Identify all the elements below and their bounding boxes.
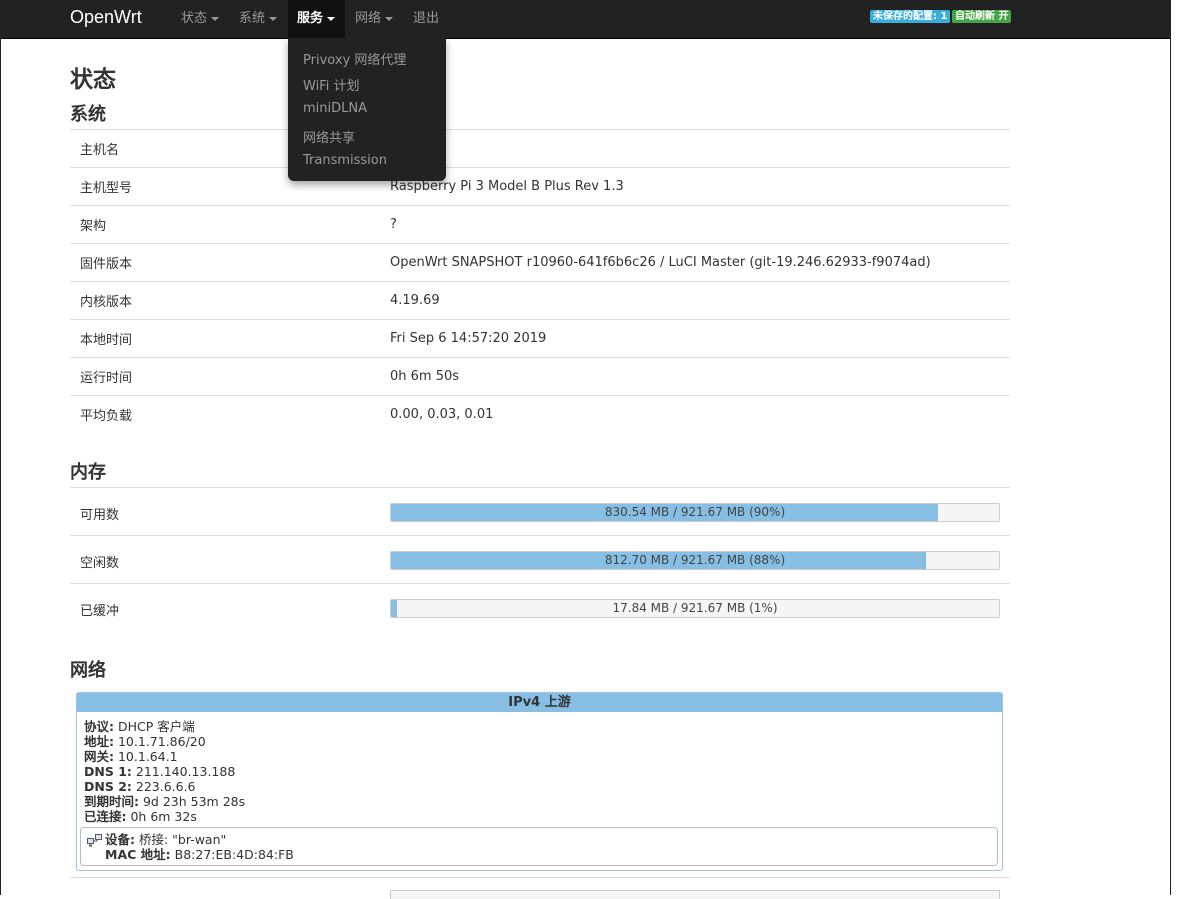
row-value: 4.19.69 xyxy=(380,281,1010,320)
memory-row-free: 空闲数 812.70 MB / 921.67 MB (88%) xyxy=(70,535,1010,584)
system-info-table: 主机名 主机型号 Raspberry Pi 3 Model B Plus Rev … xyxy=(70,129,1010,433)
chevron-down-icon xyxy=(327,16,336,21)
top-navbar: OpenWrt 状态 系统 服务 网络 退出 未保存的配置: 1 自动刷新 开 xyxy=(1,0,1170,39)
menu-services-label: 服务 xyxy=(297,11,324,26)
ipv4-upstream-panel: IPv4 上游 协议: DHCP 客户端 地址: 10.1.71.86/20 网… xyxy=(76,692,1003,871)
memory-label: 可用数 xyxy=(80,508,120,523)
detail-key: 地址: xyxy=(84,734,114,749)
ipv4-upstream-header: IPv4 上游 xyxy=(77,693,1002,712)
row-key: 架构 xyxy=(70,205,380,244)
row-key: 平均负载 xyxy=(70,395,380,433)
memory-row-available: 可用数 830.54 MB / 921.67 MB (90%) xyxy=(70,487,1010,536)
detail-key: DNS 2: xyxy=(84,779,132,794)
unsaved-changes-badge[interactable]: 未保存的配置: 1 xyxy=(870,10,951,23)
detail-value: DHCP 客户端 xyxy=(117,719,195,734)
table-row: 内核版本 4.19.69 xyxy=(70,281,1010,320)
menu-services[interactable]: 服务 xyxy=(288,0,345,38)
brand-logo[interactable]: OpenWrt xyxy=(70,7,142,28)
menu-logout-label: 退出 xyxy=(413,11,440,26)
dropdown-item-wifi-schedule[interactable]: WiFi 计划 xyxy=(303,75,359,94)
detail-value: B8:27:EB:4D:84:FB xyxy=(174,847,294,862)
row-value: 0h 6m 50s xyxy=(380,357,1010,396)
memory-section-title: 内存 xyxy=(70,462,106,483)
row-key: 内核版本 xyxy=(70,281,380,320)
menu-network[interactable]: 网络 xyxy=(346,0,402,38)
window-frame-left xyxy=(0,0,1,895)
detail-value: 10.1.64.1 xyxy=(117,749,178,764)
menu-logout[interactable]: 退出 xyxy=(404,0,448,38)
progress-text: 812.70 MB / 921.67 MB (88%) xyxy=(604,553,786,567)
row-value: Fri Sep 6 14:57:20 2019 xyxy=(380,319,1010,358)
memory-progress-bar: 17.84 MB / 921.67 MB (1%) xyxy=(390,599,1000,618)
chevron-down-icon xyxy=(269,16,278,21)
detail-line: DNS 1: 211.140.13.188 xyxy=(84,764,245,779)
row-value xyxy=(380,129,1010,168)
memory-row-buffered: 已缓冲 17.84 MB / 921.67 MB (1%) xyxy=(70,583,1010,632)
detail-line: MAC 地址: B8:27:EB:4D:84:FB xyxy=(105,847,294,862)
detail-key: 协议: xyxy=(84,719,114,734)
row-key: 本地时间 xyxy=(70,319,380,358)
row-value: 0.00, 0.03, 0.01 xyxy=(380,395,1010,433)
detail-value: 211.140.13.188 xyxy=(135,764,236,779)
menu-system-label: 系统 xyxy=(239,11,266,26)
window-frame-right xyxy=(1170,0,1171,895)
device-info-box: 设备: 桥接: "br-wan" MAC 地址: B8:27:EB:4D:84:… xyxy=(80,827,998,866)
table-row: 主机名 xyxy=(70,129,1010,168)
detail-line: 地址: 10.1.71.86/20 xyxy=(84,734,245,749)
table-row: 架构? xyxy=(70,205,1010,244)
detail-value: 9d 23h 53m 28s xyxy=(142,794,246,809)
detail-key: 网关: xyxy=(84,749,114,764)
table-row: 运行时间 0h 6m 50s xyxy=(70,357,1010,396)
detail-value: 桥接: "br-wan" xyxy=(138,832,227,847)
memory-label: 空闲数 xyxy=(80,556,120,571)
table-divider xyxy=(70,877,1010,878)
menu-network-label: 网络 xyxy=(355,11,382,26)
detail-line: 到期时间: 9d 23h 53m 28s xyxy=(84,794,245,809)
row-value: Raspberry Pi 3 Model B Plus Rev 1.3 xyxy=(380,167,1010,206)
services-dropdown: Privoxy 网络代理 WiFi 计划 miniDLNA 网络共享 Trans… xyxy=(288,38,446,181)
detail-key: MAC 地址: xyxy=(105,847,171,862)
progress-text: 830.54 MB / 921.67 MB (90%) xyxy=(604,505,786,519)
detail-key: 已连接: xyxy=(84,809,127,824)
chevron-down-icon xyxy=(211,16,220,21)
dropdown-item-network-share[interactable]: 网络共享 xyxy=(303,127,355,146)
detail-key: 到期时间: xyxy=(84,794,139,809)
page-title: 状态 xyxy=(70,67,116,93)
ipv4-details: 协议: DHCP 客户端 地址: 10.1.71.86/20 网关: 10.1.… xyxy=(84,719,245,824)
detail-key: DNS 1: xyxy=(84,764,132,779)
bridge-icon xyxy=(87,834,102,847)
row-key: 固件版本 xyxy=(70,243,380,282)
detail-value: 223.6.6.6 xyxy=(135,779,196,794)
table-row: 固件版本 OpenWrt SNAPSHOT r10960-641f6b6c26 /… xyxy=(70,243,1010,282)
memory-progress-bar: 812.70 MB / 921.67 MB (88%) xyxy=(390,551,1000,570)
row-value: ? xyxy=(380,205,1010,244)
row-value: OpenWrt SNAPSHOT r10960-641f6b6c26 / LuC… xyxy=(380,243,1010,282)
detail-value: 10.1.71.86/20 xyxy=(117,734,206,749)
device-details: 设备: 桥接: "br-wan" MAC 地址: B8:27:EB:4D:84:… xyxy=(105,832,294,862)
table-row: 平均负载 0.00, 0.03, 0.01 xyxy=(70,395,1010,433)
table-row: 主机型号 Raspberry Pi 3 Model B Plus Rev 1.3 xyxy=(70,167,1010,206)
menu-system[interactable]: 系统 xyxy=(230,0,286,38)
detail-line: 网关: 10.1.64.1 xyxy=(84,749,245,764)
table-row: 本地时间 Fri Sep 6 14:57:20 2019 xyxy=(70,319,1010,358)
menu-status-label: 状态 xyxy=(181,11,208,26)
dropdown-item-minidlna[interactable]: miniDLNA xyxy=(303,101,367,116)
dropdown-item-privoxy[interactable]: Privoxy 网络代理 xyxy=(303,49,406,68)
detail-line: 协议: DHCP 客户端 xyxy=(84,719,245,734)
menu-status[interactable]: 状态 xyxy=(172,0,228,38)
detail-line: 设备: 桥接: "br-wan" xyxy=(105,832,294,847)
detail-value: 0h 6m 32s xyxy=(130,809,197,824)
system-section-title: 系统 xyxy=(70,104,106,125)
detail-line: 已连接: 0h 6m 32s xyxy=(84,809,245,824)
progress-text: 17.84 MB / 921.67 MB (1%) xyxy=(612,601,778,615)
dropdown-item-transmission[interactable]: Transmission xyxy=(303,153,387,168)
row-key: 运行时间 xyxy=(70,357,380,396)
detail-line: DNS 2: 223.6.6.6 xyxy=(84,779,245,794)
detail-key: 设备: xyxy=(105,832,135,847)
chevron-down-icon xyxy=(385,16,394,21)
memory-progress-bar: 830.54 MB / 921.67 MB (90%) xyxy=(390,503,1000,522)
memory-label: 已缓冲 xyxy=(80,604,120,619)
network-section-title: 网络 xyxy=(70,660,106,681)
auto-refresh-badge[interactable]: 自动刷新 开 xyxy=(952,10,1012,23)
